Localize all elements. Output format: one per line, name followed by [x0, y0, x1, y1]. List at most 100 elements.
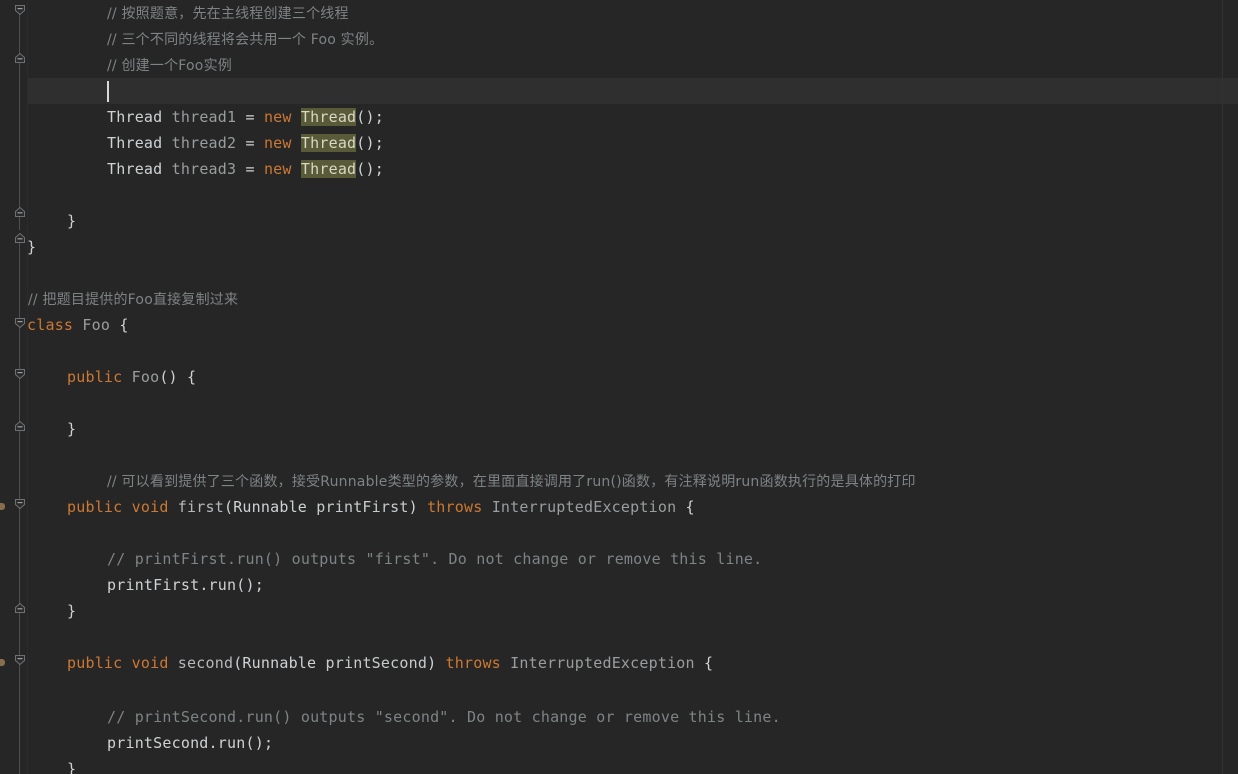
code-token: void — [131, 654, 169, 672]
code-token: (); — [356, 160, 384, 178]
code-line[interactable]: } — [27, 234, 36, 260]
code-token: { — [110, 316, 129, 334]
code-token: printFirst — [316, 498, 409, 516]
code-token: Thread — [107, 160, 163, 178]
fold-end-icon[interactable] — [13, 205, 27, 219]
code-token: Runnable — [233, 498, 308, 516]
code-token: Thread — [300, 108, 357, 126]
fold-end-icon[interactable] — [13, 601, 27, 615]
code-token: public — [67, 368, 123, 386]
code-line[interactable]: printFirst.run(); — [107, 572, 264, 598]
code-line[interactable]: // 三个不同的线程将会共用一个 Foo 实例。 — [107, 26, 383, 52]
code-line[interactable]: Thread thread2 = new Thread(); — [107, 130, 384, 156]
implementation-marker-icon[interactable] — [0, 503, 5, 510]
code-token: ) — [408, 498, 428, 516]
fold-end-icon[interactable] — [13, 231, 27, 245]
code-token: // printSecond.run() outputs "second". D… — [107, 708, 781, 726]
code-editor[interactable]: // 按照题意，先在主线程创建三个线程 // 三个不同的线程将会共用一个 Foo … — [0, 0, 1238, 774]
code-token: Thread — [107, 108, 163, 126]
code-token: // 按照题意，先在主线程创建三个线程 — [107, 6, 349, 22]
code-token: } — [67, 602, 77, 620]
code-token: thread3 — [171, 160, 237, 178]
code-token: Thread — [300, 134, 357, 152]
fold-expanded-icon[interactable] — [13, 367, 27, 381]
code-line[interactable]: public void second(Runnable printSecond)… — [67, 650, 713, 676]
code-token: Thread — [300, 160, 357, 178]
gutter-marker-strip[interactable] — [0, 0, 5, 774]
code-line[interactable]: // 把题目提供的Foo直接复制过来 — [28, 286, 238, 312]
fold-expanded-icon[interactable] — [13, 497, 27, 511]
gutter-separator — [27, 0, 28, 774]
code-token: run — [217, 734, 246, 752]
fold-expanded-icon[interactable] — [13, 3, 27, 17]
fold-end-icon[interactable] — [13, 419, 27, 433]
code-token: = — [236, 134, 264, 152]
code-token: . — [199, 576, 209, 594]
code-token: (); — [356, 134, 384, 152]
code-token: ( — [223, 498, 234, 516]
code-token: printFirst — [107, 576, 200, 594]
code-token: public — [67, 498, 123, 516]
code-line[interactable]: } — [67, 756, 76, 774]
code-token: Foo — [82, 316, 111, 334]
code-token: () { — [159, 368, 197, 386]
code-token: } — [67, 760, 77, 774]
code-token: new — [263, 160, 292, 178]
code-token: // printFirst.run() outputs "first". Do … — [107, 550, 763, 568]
code-token: first — [177, 498, 224, 516]
code-line[interactable]: // printFirst.run() outputs "first". Do … — [107, 546, 762, 572]
fold-expanded-icon[interactable] — [13, 653, 27, 667]
code-token: Runnable — [242, 654, 317, 672]
code-token: ) — [427, 654, 446, 672]
code-token: { — [676, 498, 695, 516]
code-line[interactable]: } — [67, 208, 76, 234]
code-line[interactable]: Thread thread3 = new Thread(); — [107, 156, 384, 182]
fold-expanded-icon[interactable] — [13, 316, 27, 330]
code-token: Foo — [131, 368, 160, 386]
fold-end-icon[interactable] — [13, 51, 27, 65]
code-line[interactable]: // 可以看到提供了三个函数，接受Runnable类型的参数，在里面直接调用了r… — [107, 468, 916, 494]
code-line[interactable]: Thread thread1 = new Thread(); — [107, 104, 384, 130]
code-line[interactable]: // printSecond.run() outputs "second". D… — [107, 704, 781, 730]
code-token: = — [236, 160, 264, 178]
code-line[interactable]: class Foo { — [27, 312, 129, 338]
code-token: (); — [245, 734, 274, 752]
code-token: } — [67, 212, 77, 230]
code-token: throws — [445, 654, 501, 672]
implementation-marker-icon[interactable] — [0, 659, 5, 666]
code-token: } — [67, 420, 77, 438]
code-token: = — [236, 108, 264, 126]
code-token: . — [208, 734, 218, 752]
code-line[interactable]: } — [67, 416, 76, 442]
code-token: public — [67, 654, 123, 672]
code-line[interactable]: // 创建一个Foo实例 — [107, 52, 232, 78]
code-token: throws — [427, 498, 483, 516]
code-token: second — [177, 654, 234, 672]
code-line[interactable]: public Foo() { — [67, 364, 196, 390]
code-line[interactable]: public void first(Runnable printFirst) t… — [67, 494, 695, 520]
code-token: new — [263, 108, 292, 126]
code-token: InterruptedException — [510, 654, 695, 672]
code-token: // 可以看到提供了三个函数，接受Runnable类型的参数，在里面直接调用了r… — [107, 474, 916, 490]
code-token: // 三个不同的线程将会共用一个 Foo 实例。 — [107, 32, 384, 48]
editor-right-edge — [1222, 0, 1223, 774]
code-token: } — [27, 238, 37, 256]
code-line[interactable]: } — [67, 598, 76, 624]
code-line[interactable]: printSecond.run(); — [107, 730, 273, 756]
text-caret — [107, 81, 109, 102]
code-line[interactable]: // 按照题意，先在主线程创建三个线程 — [107, 0, 349, 26]
code-token: InterruptedException — [491, 498, 677, 516]
code-content[interactable]: // 按照题意，先在主线程创建三个线程 // 三个不同的线程将会共用一个 Foo … — [27, 0, 1238, 774]
